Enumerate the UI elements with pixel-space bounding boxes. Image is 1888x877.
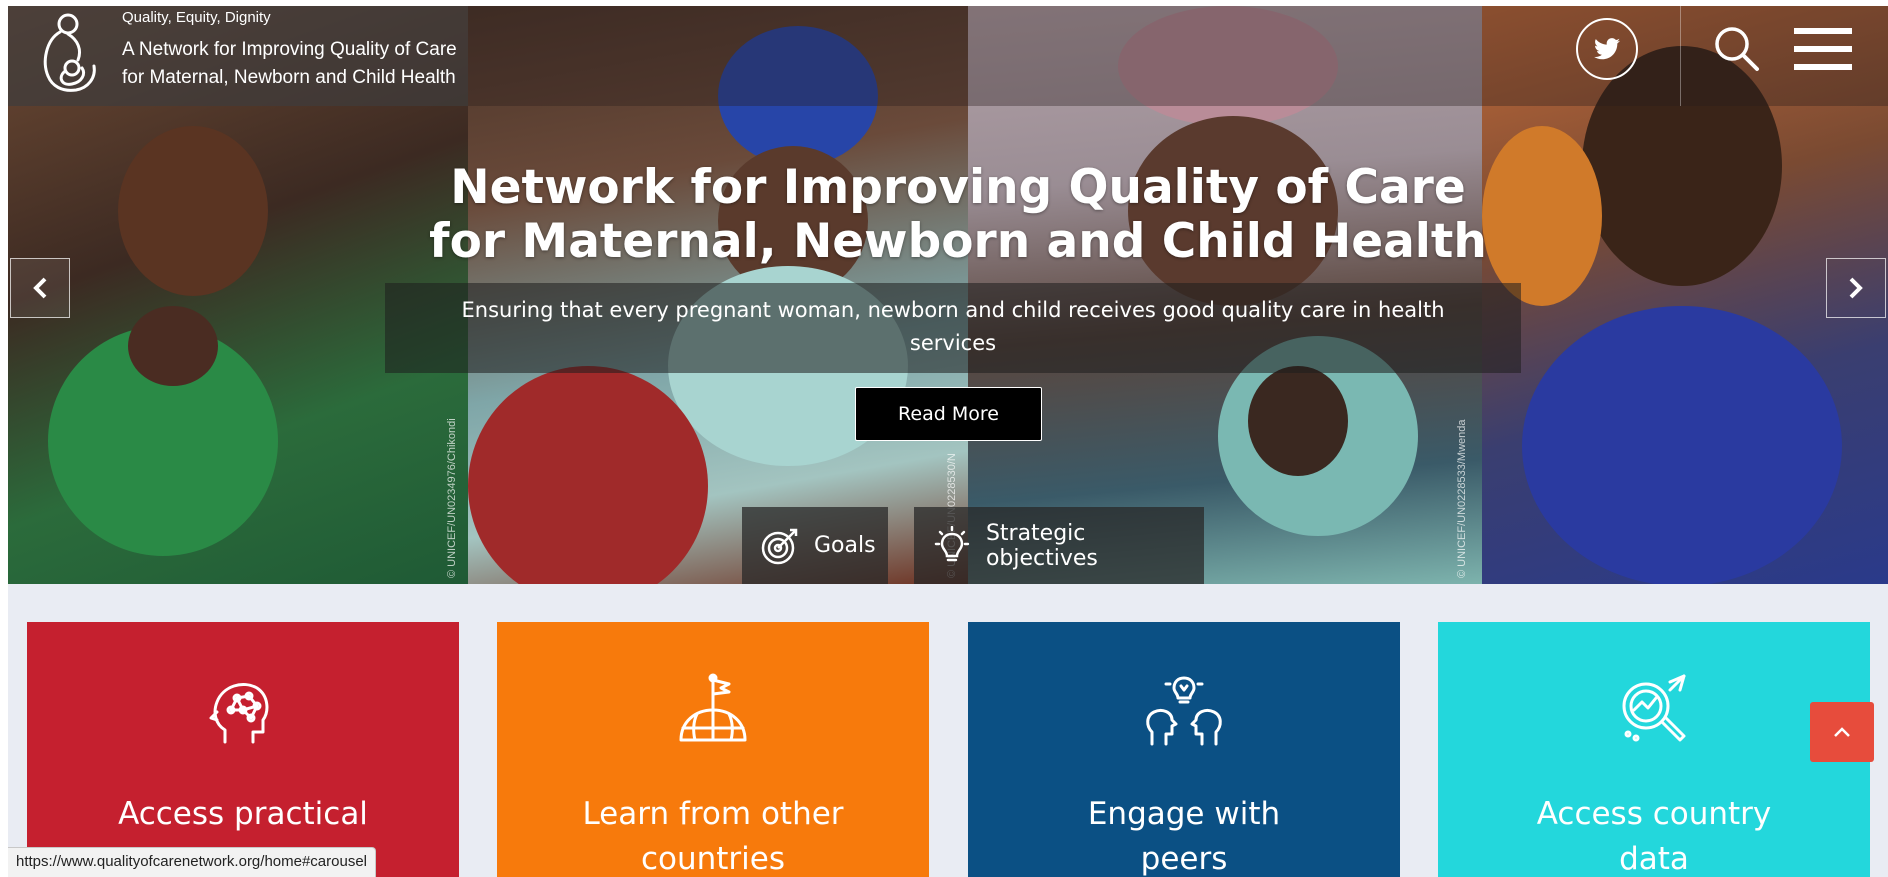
back-to-top-button[interactable] xyxy=(1810,702,1874,762)
chevron-left-icon xyxy=(33,277,47,299)
nav-divider xyxy=(1680,6,1681,106)
strategic-objectives-link[interactable]: Strategic objectives xyxy=(914,507,1204,584)
lightbulb-icon xyxy=(934,525,970,561)
site-logo[interactable]: Quality, Equity, Dignity A Network for I… xyxy=(8,6,468,106)
page: © UNICEF/UN0234976/Chikondi © UNICEF/UN0… xyxy=(0,0,1888,877)
search-icon[interactable] xyxy=(1712,24,1760,72)
read-more-button[interactable]: Read More xyxy=(855,387,1042,441)
card-learn-from-countries[interactable]: Learn from other countries xyxy=(497,622,929,877)
twitter-button[interactable] xyxy=(1576,18,1638,80)
brain-icon xyxy=(209,683,269,744)
card-label: Learn from other countries xyxy=(582,796,844,877)
strategic-objectives-label: Strategic objectives xyxy=(985,520,1098,571)
photo-credit: © UNICEF/UN0234976/Chikondi xyxy=(446,418,458,578)
photo-credit: © UNICEF/UN0228533/Mwenda xyxy=(1456,419,1468,578)
card-access-country-data[interactable]: Access country data xyxy=(1438,622,1870,877)
browser-status-url: https://www.qualityofcarenetwork.org/hom… xyxy=(8,847,377,877)
chevron-up-icon xyxy=(1834,727,1850,737)
hero-subtitle: Ensuring that every pregnant woman, newb… xyxy=(461,298,1445,355)
card-label: Access practical xyxy=(118,796,368,832)
target-icon xyxy=(761,528,798,564)
card-label: Access country data xyxy=(1536,796,1772,877)
carousel-next-button[interactable] xyxy=(1826,258,1886,318)
hamburger-menu-icon[interactable] xyxy=(1794,28,1852,70)
hero-carousel: © UNICEF/UN0234976/Chikondi © UNICEF/UN0… xyxy=(8,6,1888,584)
carousel-prev-button[interactable] xyxy=(10,258,70,318)
goals-label: Goals xyxy=(814,533,876,558)
card-access-practical[interactable]: Access practical xyxy=(27,622,459,877)
hero-title: Network for Improving Quality of Care fo… xyxy=(429,160,1487,269)
card-engage-with-peers[interactable]: Engage with peers xyxy=(968,622,1400,877)
site-name: A Network for Improving Quality of Care … xyxy=(122,39,457,88)
peers-idea-icon xyxy=(1146,676,1222,746)
feature-cards-section: Access practical Learn from other countri… xyxy=(8,584,1888,877)
goals-link[interactable]: Goals xyxy=(742,507,888,584)
twitter-icon xyxy=(1594,38,1620,60)
globe-flag-icon xyxy=(679,673,747,742)
site-tagline: Quality, Equity, Dignity xyxy=(122,9,271,26)
card-label: Engage with peers xyxy=(1087,796,1281,877)
data-magnifier-icon xyxy=(1622,674,1686,742)
logo-mother-child-icon xyxy=(43,13,96,92)
chevron-right-icon xyxy=(1849,277,1863,299)
